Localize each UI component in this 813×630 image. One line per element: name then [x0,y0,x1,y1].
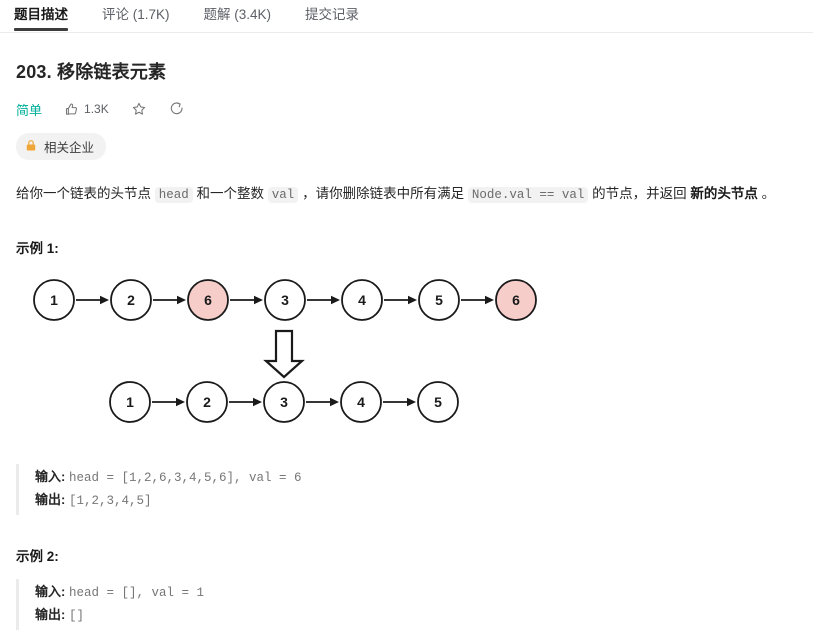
difficulty-label: 简单 [16,102,43,118]
share-button[interactable] [169,101,185,117]
arrow-head [485,295,494,305]
list-arrow [307,295,340,305]
list-node: 1 [109,380,151,423]
problem-description: 给你一个链表的头节点 head 和一个整数 val ，请你删除链表中所有满足 N… [16,182,797,207]
example-2-block: 输入: head = [], val = 1 输出: [] [16,578,797,630]
list-arrow [383,397,416,407]
arrow-head [176,397,185,407]
like-count: 1.3K [84,102,109,116]
arrow-head [253,397,262,407]
lock-icon [25,139,37,155]
linked-list-figure: 1 2 6 3 4 5 6 1 2 3 4 5 [16,265,797,450]
tab-comments[interactable]: 评论 (1.7K) [102,0,170,30]
list-node-value: 3 [280,394,288,410]
arrow-head [331,295,340,305]
problem-content: 203. 移除链表元素 简单 1.3K 相关企业 给你一个链表的头节点 head… [0,58,813,630]
arrow-head [407,397,416,407]
list-node-value: 2 [203,394,211,410]
list-node-value: 6 [512,292,520,308]
list-node: 3 [264,278,306,321]
example-1-heading: 示例 1: [16,240,59,256]
example-2-output-label: 输出: [35,607,66,623]
related-companies-badge[interactable]: 相关企业 [16,133,107,160]
list-node: 4 [341,278,383,321]
list-arrow [153,295,186,305]
example-1-output-row: 输出: [1,2,3,4,5] [35,489,797,513]
list-arrow [461,295,494,305]
list-node-value: 1 [126,394,134,410]
tab-bar: 题目描述 评论 (1.7K) 题解 (3.4K) 提交记录 [0,0,813,33]
desc-text-4: 的节点，并返回 [588,186,691,201]
list-arrow [306,397,339,407]
list-arrow [229,397,262,407]
favorite-button[interactable] [131,101,147,117]
star-icon [131,101,147,117]
arrow-head [100,295,109,305]
list-node-value: 2 [127,292,135,308]
share-icon [169,101,185,117]
code-head: head [154,187,193,203]
list-arrow [76,295,109,305]
example-2-input-label: 输入: [35,583,66,599]
list-node-value: 5 [435,292,443,308]
list-node-value: 4 [358,292,366,308]
desc-bold-new-head: 新的头节点 [690,186,758,201]
thumbs-up-icon [64,102,79,117]
page-title: 203. 移除链表元素 [16,62,167,82]
example-2-output-row: 输出: [] [35,604,797,628]
list-node-value: 6 [204,292,212,308]
code-condition: Node.val == val [467,187,589,203]
list-node-value: 3 [281,292,289,308]
arrow-head [330,397,339,407]
example-2-input-value: head = [], val = 1 [68,585,204,600]
example-1-input-row: 输入: head = [1,2,6,3,4,5,6], val = 6 [35,466,797,490]
list-node: 2 [186,380,228,423]
arrow-head [254,295,263,305]
arrow-head [408,295,417,305]
example-2-input-row: 输入: head = [], val = 1 [35,581,797,605]
example-2-heading: 示例 2: [16,548,59,564]
example-1-output-label: 输出: [35,492,66,508]
tab-description[interactable]: 题目描述 [14,0,68,31]
list-arrow [230,295,263,305]
list-node: 6 [187,278,229,321]
desc-text-1: 给你一个链表的头节点 [16,186,155,201]
like-button[interactable]: 1.3K [64,102,109,117]
example-1-input-label: 输入: [35,468,66,484]
desc-text-3: ，请你删除链表中所有满足 [298,186,468,201]
list-node: 3 [263,380,305,423]
list-node-value: 4 [357,394,365,410]
tab-submissions[interactable]: 提交记录 [305,0,359,30]
desc-text-5: 。 [757,186,776,201]
arrow-head [177,295,186,305]
code-val: val [267,187,299,203]
example-2-output-value: [] [68,609,84,624]
list-node: 5 [417,380,459,423]
tab-solutions[interactable]: 题解 (3.4K) [204,0,272,30]
list-node-value: 1 [50,292,58,308]
list-node: 6 [495,278,537,321]
list-node: 4 [340,380,382,423]
list-node: 2 [110,278,152,321]
list-node-value: 5 [434,394,442,410]
problem-meta-row: 简单 1.3K [16,99,797,119]
list-node: 5 [418,278,460,321]
desc-text-2: 和一个整数 [192,186,268,201]
example-1-output-value: [1,2,3,4,5] [68,494,152,509]
example-1-block: 输入: head = [1,2,6,3,4,5,6], val = 6 输出: … [16,463,797,515]
list-node: 1 [33,278,75,321]
transform-down-arrow-icon [263,329,305,379]
list-arrow [152,397,185,407]
list-arrow [384,295,417,305]
linked-list-diagram: 1 2 6 3 4 5 6 1 2 3 4 5 [33,278,537,423]
related-companies-label: 相关企业 [44,141,95,155]
example-1-input-value: head = [1,2,6,3,4,5,6], val = 6 [68,470,302,485]
